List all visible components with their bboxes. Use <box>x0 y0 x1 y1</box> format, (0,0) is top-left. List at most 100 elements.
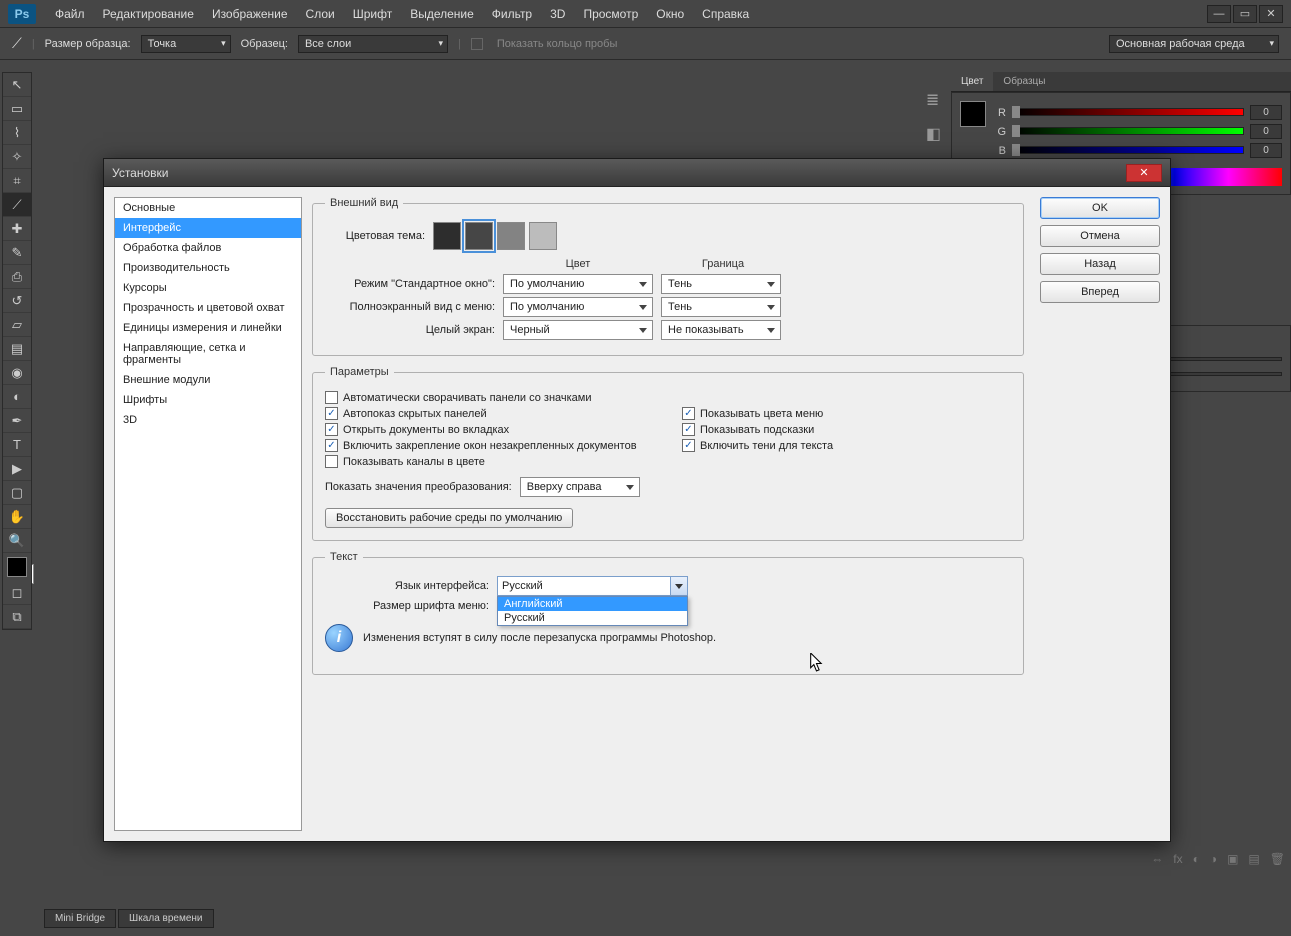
cat-guides[interactable]: Направляющие, сетка и фрагменты <box>115 338 301 370</box>
chk-auto-collapse[interactable] <box>325 391 338 404</box>
eyedropper-tool[interactable]: ⟋ <box>3 193 31 217</box>
healing-tool[interactable]: ✚ <box>3 217 31 241</box>
cat-cursors[interactable]: Курсоры <box>115 278 301 298</box>
chevron-down-icon[interactable] <box>671 576 688 596</box>
gradient-tool[interactable]: ▤ <box>3 337 31 361</box>
transform-values-dd[interactable]: Вверху справа <box>520 477 640 497</box>
move-tool[interactable]: ↖ <box>3 73 31 97</box>
menu-image[interactable]: Изображение <box>203 3 297 25</box>
hand-tool[interactable]: ✋ <box>3 505 31 529</box>
timeline-tab[interactable]: Шкала времени <box>118 909 213 928</box>
dialog-close-button[interactable]: ✕ <box>1126 164 1162 182</box>
standard-screen-color-dd[interactable]: По умолчанию <box>503 274 653 294</box>
menu-file[interactable]: Файл <box>46 3 94 25</box>
maximize-button[interactable]: ▭ <box>1233 5 1257 23</box>
cat-type[interactable]: Шрифты <box>115 390 301 410</box>
cat-transparency[interactable]: Прозрачность и цветовой охват <box>115 298 301 318</box>
cat-3d[interactable]: 3D <box>115 410 301 430</box>
menu-type[interactable]: Шрифт <box>344 3 401 25</box>
crop-tool[interactable]: ⌗ <box>3 169 31 193</box>
link-icon[interactable]: ⇔ <box>1151 852 1163 866</box>
brush-tool[interactable]: ✎ <box>3 241 31 265</box>
marquee-tool[interactable]: ▭ <box>3 97 31 121</box>
cat-general[interactable]: Основные <box>115 198 301 218</box>
path-select-tool[interactable]: ▶ <box>3 457 31 481</box>
r-slider[interactable] <box>1012 108 1244 118</box>
theme-swatch-3[interactable] <box>497 222 525 250</box>
ui-language-dropdown[interactable]: Русский Английский Русский <box>497 576 688 596</box>
theme-swatch-1[interactable] <box>433 222 461 250</box>
dodge-tool[interactable]: ◐ <box>3 385 31 409</box>
color-fg-swatch[interactable] <box>960 101 986 127</box>
workspace-switcher[interactable]: Основная рабочая среда <box>1109 35 1279 53</box>
new-layer-icon[interactable]: ▤ <box>1248 852 1259 866</box>
next-button[interactable]: Вперед <box>1040 281 1160 303</box>
pen-tool[interactable]: ✒ <box>3 409 31 433</box>
chk-open-in-tabs[interactable] <box>325 423 338 436</box>
theme-swatch-2[interactable] <box>465 222 493 250</box>
menu-view[interactable]: Просмотр <box>574 3 647 25</box>
menu-select[interactable]: Выделение <box>401 3 483 25</box>
cat-interface[interactable]: Интерфейс <box>115 218 301 238</box>
color-tab[interactable]: Цвет <box>951 72 993 91</box>
mini-bridge-tab[interactable]: Mini Bridge <box>44 909 116 928</box>
zoom-tool[interactable]: 🔍 <box>3 529 31 553</box>
fullscreen-menu-border-dd[interactable]: Тень <box>661 297 781 317</box>
screenmode-toggle[interactable]: ⧉ <box>3 605 31 629</box>
menu-layers[interactable]: Слои <box>297 3 344 25</box>
chk-enable-dock[interactable] <box>325 439 338 452</box>
swatches-tab[interactable]: Образцы <box>993 72 1055 91</box>
chk-text-shadow[interactable] <box>682 439 695 452</box>
cancel-button[interactable]: Отмена <box>1040 225 1160 247</box>
fullscreen-border-dd[interactable]: Не показывать <box>661 320 781 340</box>
foreground-background-colors[interactable] <box>7 557 27 577</box>
chk-tooltips[interactable] <box>682 423 695 436</box>
r-value[interactable]: 0 <box>1250 105 1282 120</box>
cat-performance[interactable]: Производительность <box>115 258 301 278</box>
fx-icon[interactable]: fx <box>1173 852 1182 866</box>
lang-option-russian[interactable]: Русский <box>498 611 687 625</box>
adjustment-icon[interactable]: ◑ <box>1210 852 1217 866</box>
trash-icon[interactable]: 🗑 <box>1270 852 1285 866</box>
dialog-titlebar[interactable]: Установки ✕ <box>104 159 1170 187</box>
quickmask-toggle[interactable]: ◻ <box>3 581 31 605</box>
chk-channels-color[interactable] <box>325 455 338 468</box>
stamp-tool[interactable]: ⎙ <box>3 265 31 289</box>
restore-workspaces-button[interactable]: Восстановить рабочие среды по умолчанию <box>325 508 573 528</box>
cat-file-handling[interactable]: Обработка файлов <box>115 238 301 258</box>
lasso-tool[interactable]: ⌇ <box>3 121 31 145</box>
menu-3d[interactable]: 3D <box>541 3 574 25</box>
magic-wand-tool[interactable]: ✧ <box>3 145 31 169</box>
menu-help[interactable]: Справка <box>693 3 758 25</box>
mask-icon[interactable]: ◐ <box>1193 852 1200 866</box>
fullscreen-menu-color-dd[interactable]: По умолчанию <box>503 297 653 317</box>
type-tool[interactable]: T <box>3 433 31 457</box>
cat-units[interactable]: Единицы измерения и линейки <box>115 318 301 338</box>
g-value[interactable]: 0 <box>1250 124 1282 139</box>
fullscreen-color-dd[interactable]: Черный <box>503 320 653 340</box>
prev-button[interactable]: Назад <box>1040 253 1160 275</box>
properties-panel-icon[interactable]: ◧ <box>926 124 941 144</box>
chk-auto-show-hidden[interactable] <box>325 407 338 420</box>
window-close-button[interactable]: ✕ <box>1259 5 1283 23</box>
menu-filter[interactable]: Фильтр <box>483 3 541 25</box>
eraser-tool[interactable]: ▱ <box>3 313 31 337</box>
theme-swatch-4[interactable] <box>529 222 557 250</box>
b-slider[interactable] <box>1012 146 1244 156</box>
g-slider[interactable] <box>1012 127 1244 137</box>
menu-window[interactable]: Окно <box>647 3 693 25</box>
chk-menu-colors[interactable] <box>682 407 695 420</box>
show-ring-checkbox[interactable] <box>471 38 483 50</box>
history-brush-tool[interactable]: ↺ <box>3 289 31 313</box>
cat-plugins[interactable]: Внешние модули <box>115 370 301 390</box>
ok-button[interactable]: OK <box>1040 197 1160 219</box>
history-panel-icon[interactable]: ≣ <box>926 90 941 110</box>
shape-tool[interactable]: ▢ <box>3 481 31 505</box>
blur-tool[interactable]: ◉ <box>3 361 31 385</box>
menu-edit[interactable]: Редактирование <box>94 3 203 25</box>
b-value[interactable]: 0 <box>1250 143 1282 158</box>
folder-icon[interactable]: ▣ <box>1227 852 1238 866</box>
minimize-button[interactable]: — <box>1207 5 1231 23</box>
sample-layers-dropdown[interactable]: Все слои <box>298 35 448 53</box>
lang-option-english[interactable]: Английский <box>498 597 687 611</box>
